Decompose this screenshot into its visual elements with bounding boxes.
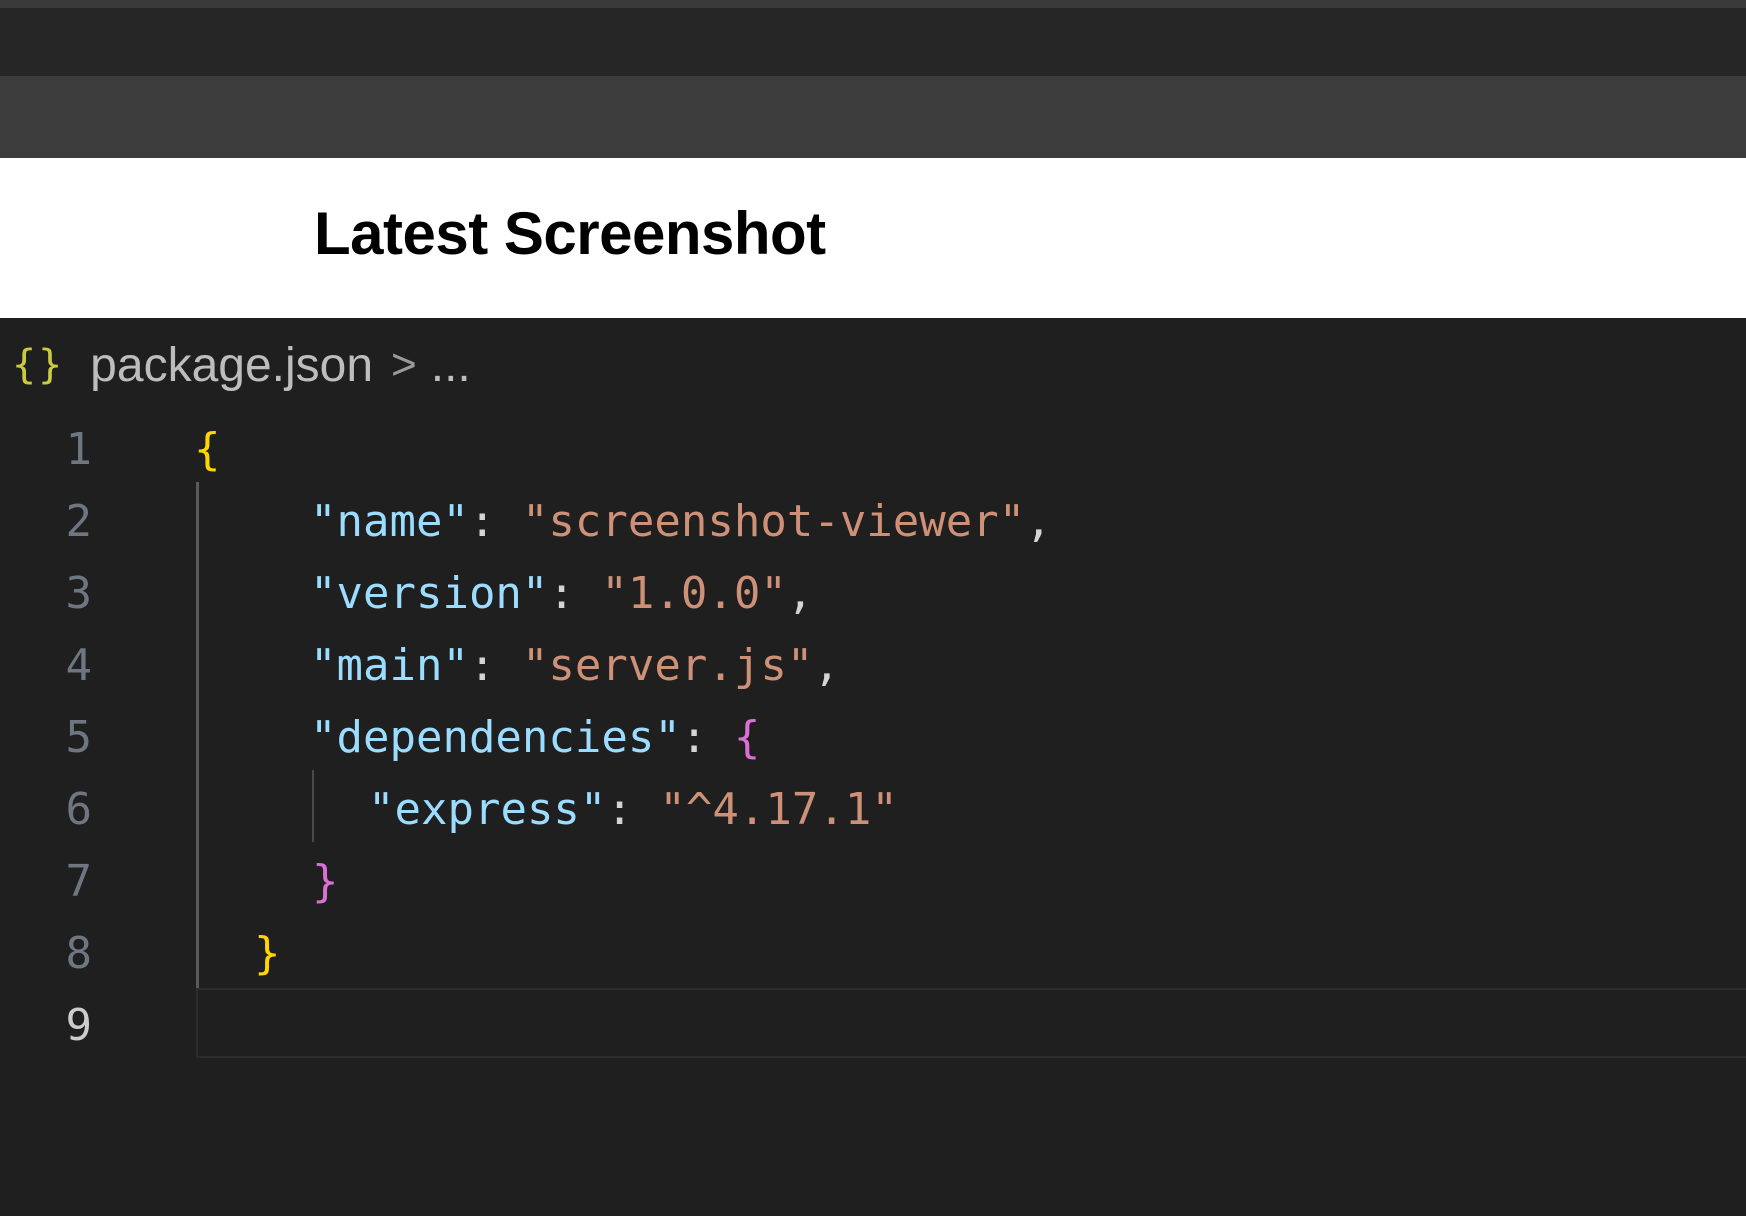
breadcrumb-file[interactable]: package.json xyxy=(90,338,373,393)
line-content: "dependencies": { xyxy=(310,702,760,774)
code-line[interactable]: 1 { xyxy=(0,414,1746,486)
breadcrumb-ellipsis[interactable]: ... xyxy=(431,338,471,393)
json-key: "version" xyxy=(310,568,549,619)
json-string: "1.0.0" xyxy=(601,568,787,619)
json-key: "main" xyxy=(310,640,469,691)
line-content: } xyxy=(312,846,339,918)
line-number: 6 xyxy=(65,784,93,835)
colon: : xyxy=(680,712,734,763)
line-number: 8 xyxy=(65,928,93,979)
line-content: "main": "server.js", xyxy=(310,630,840,702)
json-key: "name" xyxy=(310,496,469,547)
code-line[interactable]: 5 "dependencies": { xyxy=(0,702,1746,774)
line-number: 5 xyxy=(65,712,93,763)
colon: : xyxy=(468,496,522,547)
line-content: "name": "screenshot-viewer", xyxy=(310,486,1052,558)
code-line[interactable]: 3 "version": "1.0.0", xyxy=(0,558,1746,630)
brace-close: } xyxy=(254,928,281,979)
comma: , xyxy=(813,640,840,691)
code-line[interactable]: 8 } xyxy=(0,918,1746,990)
current-line-highlight xyxy=(196,988,1746,1058)
json-key: "dependencies" xyxy=(310,712,681,763)
heading-band: Latest Screenshot xyxy=(0,158,1746,318)
comma: , xyxy=(1025,496,1052,547)
line-number: 2 xyxy=(65,496,93,547)
line-number: 9 xyxy=(65,1000,93,1051)
json-string: "^4.17.1" xyxy=(659,784,898,835)
code-line[interactable]: 7 } xyxy=(0,846,1746,918)
colon: : xyxy=(468,640,522,691)
code-line[interactable]: 4 "main": "server.js", xyxy=(0,630,1746,702)
comma: , xyxy=(786,568,814,619)
code-editor[interactable]: {} package.json > ... 1 { 2 "name": "scr… xyxy=(0,318,1746,1216)
json-string: "server.js" xyxy=(521,640,814,691)
line-number: 7 xyxy=(65,856,93,907)
line-number: 4 xyxy=(65,640,93,691)
toolbar-bar xyxy=(0,76,1746,158)
indent-guide xyxy=(196,482,199,988)
line-number: 1 xyxy=(65,424,93,475)
colon: : xyxy=(548,568,602,619)
line-content: { xyxy=(194,414,221,486)
json-braces-icon: {} xyxy=(12,342,65,388)
line-content: "express": "^4.17.1" xyxy=(368,774,898,846)
page-title: Latest Screenshot xyxy=(314,200,826,267)
code-line[interactable]: 6 "express": "^4.17.1" xyxy=(0,774,1746,846)
line-content: "version": "1.0.0", xyxy=(310,558,813,630)
chevron-right-icon: > xyxy=(391,340,417,389)
window-top-strip xyxy=(0,0,1746,8)
brace-close: } xyxy=(312,856,339,907)
brace-open: { xyxy=(194,424,221,475)
line-content: } xyxy=(254,918,281,990)
title-bar xyxy=(0,8,1746,76)
colon: : xyxy=(606,784,660,835)
code-lines[interactable]: 1 { 2 "name": "screenshot-viewer", 3 "ve… xyxy=(0,414,1746,1062)
indent-guide xyxy=(312,770,314,842)
line-number: 3 xyxy=(65,568,93,619)
json-string: "screenshot-viewer" xyxy=(521,496,1026,547)
code-line[interactable]: 2 "name": "screenshot-viewer", xyxy=(0,486,1746,558)
breadcrumb: {} package.json > ... xyxy=(12,338,471,393)
json-key: "express" xyxy=(368,784,607,835)
brace-open: { xyxy=(733,712,761,763)
